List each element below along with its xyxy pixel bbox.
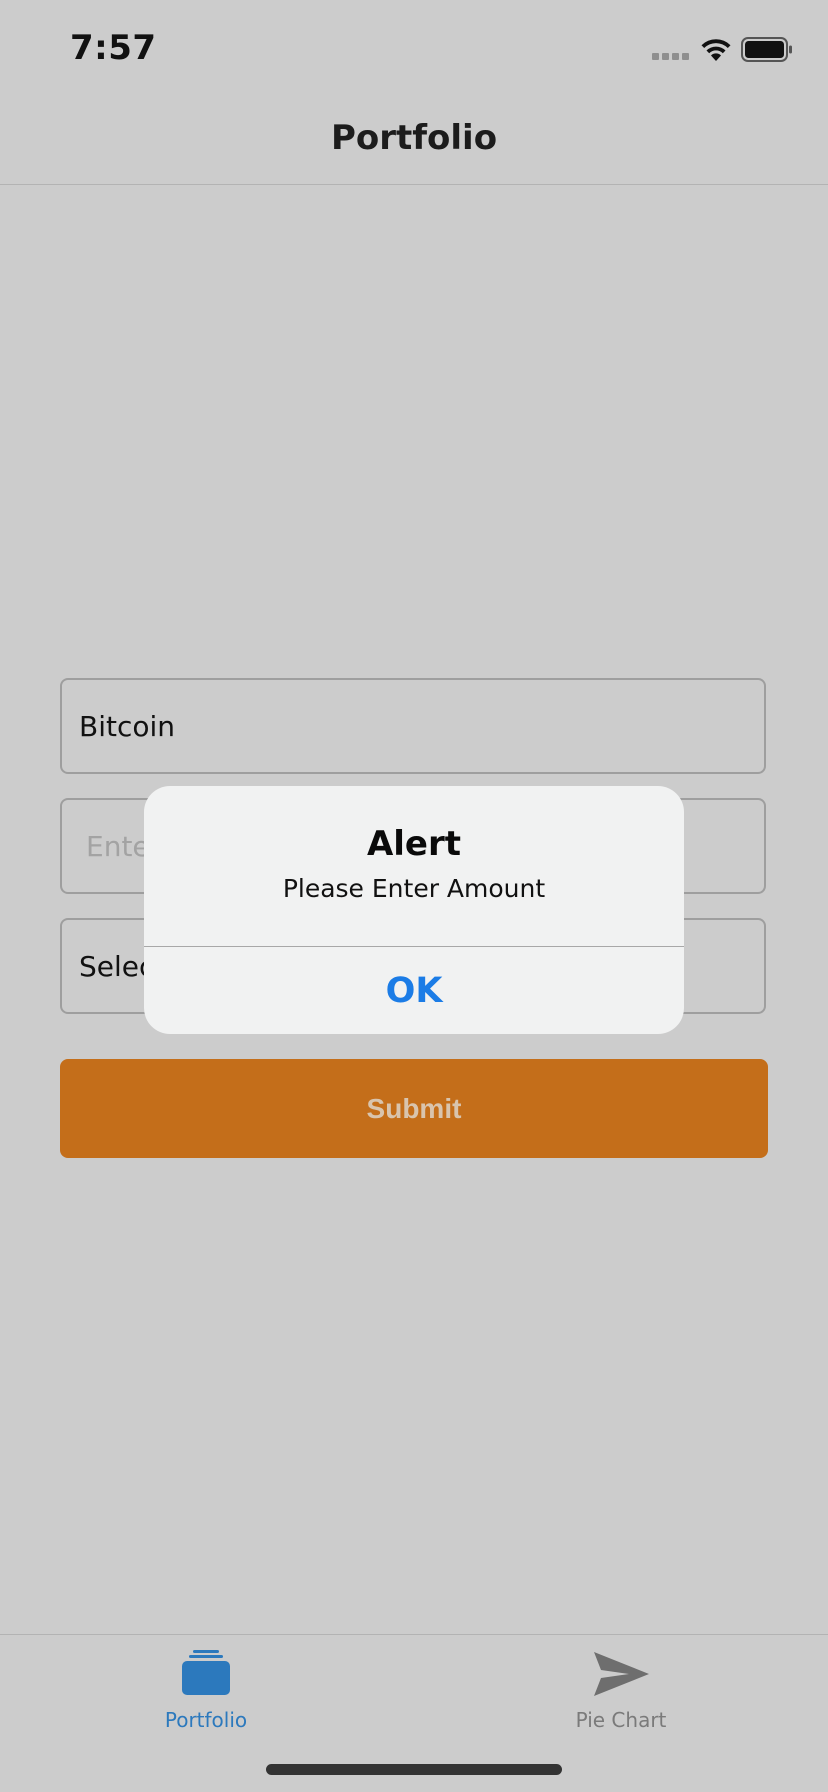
send-arrow-icon: [594, 1652, 649, 1696]
status-time: 7:57: [70, 28, 157, 68]
nav-divider: [0, 184, 828, 185]
amount-input-placeholder: Ente: [86, 830, 150, 863]
tab-pie-chart[interactable]: Pie Chart: [491, 1640, 751, 1740]
coin-select-value: Bitcoin: [79, 710, 176, 743]
home-indicator: [266, 1764, 562, 1775]
wifi-icon: [701, 39, 731, 61]
tab-bar-divider: [0, 1634, 828, 1635]
battery-icon: [741, 37, 792, 62]
page-title: Portfolio: [330, 118, 498, 158]
alert-dialog: Alert Please Enter Amount OK: [144, 786, 684, 1034]
submit-button[interactable]: Submit: [60, 1059, 768, 1158]
alert-message: Please Enter Amount: [282, 874, 546, 903]
submit-label: Submit: [366, 1092, 462, 1124]
stack-icon: [182, 1650, 230, 1695]
tab-pie-chart-label: Pie Chart: [575, 1708, 667, 1732]
portfolio-screen: 7:57 Portfolio Bitcoin Ente Selec Submit…: [0, 0, 828, 1792]
alert-title: Alert: [366, 824, 462, 864]
tab-portfolio[interactable]: Portfolio: [76, 1640, 336, 1740]
coin-select-field[interactable]: Bitcoin: [60, 678, 766, 774]
signal-dots-icon: [652, 53, 689, 60]
alert-ok-button[interactable]: OK: [144, 947, 684, 1034]
tab-portfolio-label: Portfolio: [164, 1708, 248, 1732]
